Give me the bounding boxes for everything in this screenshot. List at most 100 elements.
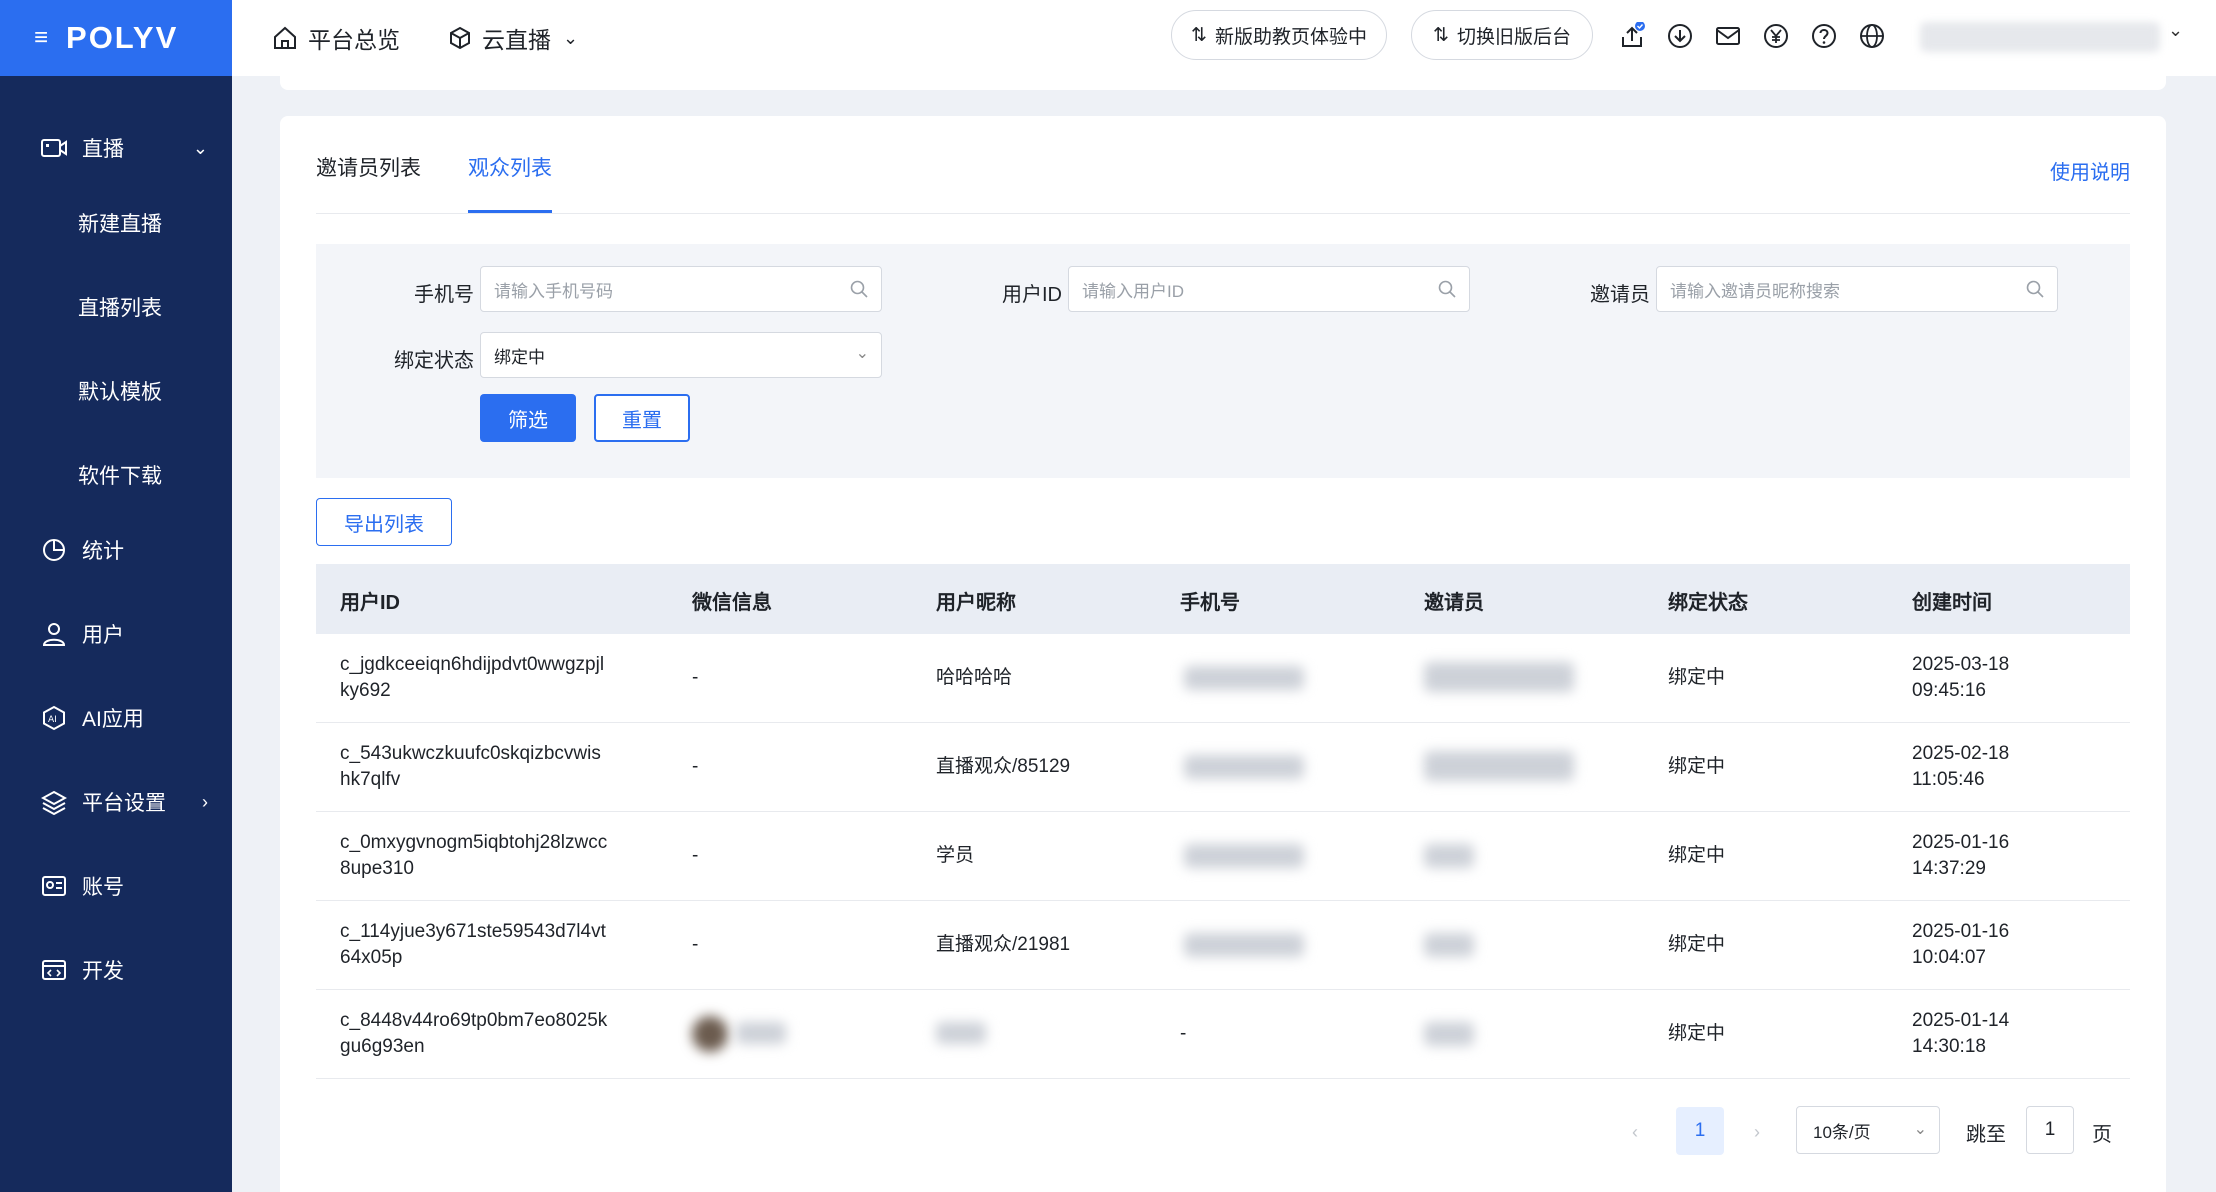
col-bind-status: 绑定状态 (1668, 592, 1748, 614)
bind-status-label: 绑定状态 (394, 350, 474, 372)
search-icon (2025, 279, 2045, 304)
sidebar-item-users[interactable]: 用户 (0, 604, 232, 664)
globe-icon[interactable] (1855, 19, 1889, 53)
hamburger-menu-icon[interactable]: ≡ (34, 24, 48, 52)
chevron-left-icon[interactable]: ‹ (1632, 1122, 1638, 1143)
help-circle-icon[interactable] (1807, 19, 1841, 53)
switch-old-backend-button[interactable]: ⇅ 切换旧版后台 (1411, 10, 1593, 60)
phone-label: 手机号 (414, 284, 474, 306)
created-time-cell: 2025-01-14 14:30:18 (1912, 1008, 2009, 1060)
chevron-right-icon: › (202, 791, 208, 812)
inviter-cell-redacted (1424, 933, 1474, 957)
phone-cell-redacted (1184, 933, 1304, 957)
bind-status-cell: 绑定中 (1668, 667, 1726, 688)
bind-status-value: 绑定中 (494, 347, 545, 367)
phone-cell: - (1180, 1023, 1187, 1044)
sidebar-item-default-template[interactable]: 默认模板 (78, 376, 162, 406)
inviter-cell-redacted (1424, 844, 1474, 868)
tab-audience-list[interactable]: 观众列表 (468, 152, 552, 182)
phone-search-input[interactable]: 请输入手机号码 (480, 266, 882, 312)
switch-arrows-icon: ⇅ (1433, 24, 1449, 46)
user-id-line2: 8upe310 (340, 858, 414, 879)
mail-icon[interactable] (1711, 19, 1745, 53)
inviter-search-input[interactable]: 请输入邀请员昵称搜索 (1656, 266, 2058, 312)
nickname-cell-redacted (936, 1022, 986, 1044)
chevron-down-icon: ⌄ (192, 137, 208, 158)
sidebar-item-live[interactable]: 直播 ⌄ (0, 118, 232, 178)
user-id-line1: c_0mxygvnogm5iqbtohj28lzwcc (340, 832, 608, 853)
new-assistant-label: 新版助教页体验中 (1214, 26, 1367, 48)
user-icon (40, 620, 68, 648)
jump-page-input[interactable]: 1 (2026, 1106, 2074, 1154)
page-size-select[interactable]: 10条/页 ⌄ (1796, 1106, 1940, 1154)
user-id-cell[interactable]: c_0mxygvnogm5iqbtohj28lzwcc 8upe310 (340, 830, 607, 882)
table-row: c_114yjue3y671ste59543d7l4vt 64x05p - 直播观… (316, 901, 2130, 990)
col-inviter: 邀请员 (1424, 592, 1484, 614)
brand-bar: ≡ POLYV (0, 0, 232, 76)
inviter-cell-redacted (1424, 662, 1574, 692)
bind-status-cell: 绑定中 (1668, 756, 1726, 777)
wechat-cell: - (692, 934, 699, 955)
sidebar-item-stats[interactable]: 统计 (0, 520, 232, 580)
phone-cell-redacted (1184, 755, 1304, 779)
chevron-down-icon: ⌄ (1913, 1121, 1927, 1138)
user-id-line1: c_8448v44ro69tp0bm7eo8025k (340, 1010, 608, 1031)
chevron-down-icon[interactable]: ⌄ (2168, 20, 2183, 41)
chevron-down-icon: ⌄ (563, 27, 579, 48)
sidebar-item-software-download[interactable]: 软件下载 (78, 460, 162, 490)
sidebar-item-ai[interactable]: AI AI应用 (0, 688, 232, 748)
nav-cloud-live-label: 云直播 (482, 27, 551, 53)
tab-inviter-list[interactable]: 邀请员列表 (316, 152, 421, 182)
bind-status-cell: 绑定中 (1668, 845, 1726, 866)
bind-status-select[interactable]: 绑定中 ⌄ (480, 332, 882, 378)
wechat-name-redacted (736, 1022, 786, 1044)
chart-pie-icon (40, 536, 68, 564)
sidebar-item-label: AI应用 (82, 708, 144, 731)
sidebar-item-platform-settings[interactable]: 平台设置 › (0, 772, 232, 832)
chevron-right-icon[interactable]: › (1754, 1122, 1760, 1143)
user-id-cell[interactable]: c_8448v44ro69tp0bm7eo8025k gu6g93en (340, 1008, 607, 1060)
reset-button[interactable]: 重置 (594, 394, 690, 442)
account-name-blurred[interactable] (1920, 22, 2160, 52)
code-icon (40, 956, 68, 984)
nav-platform-overview[interactable]: 平台总览 (272, 0, 400, 76)
created-date: 2025-02-18 (1912, 743, 2010, 764)
phone-placeholder: 请输入手机号码 (494, 281, 613, 301)
polyv-logo[interactable]: POLYV (66, 20, 178, 56)
sidebar-item-new-live[interactable]: 新建直播 (78, 208, 162, 238)
col-user-id: 用户ID (340, 592, 400, 614)
col-created-time: 创建时间 (1912, 592, 1992, 614)
table-row: c_543ukwczkuufc0skqizbcvwis hk7qlfv - 直播观… (316, 723, 2130, 812)
top-header: 平台总览 云直播 ⌄ ⇅ 新版助教页体验中 ⇅ 切换旧版后台 (232, 0, 2216, 76)
bind-status-cell: 绑定中 (1668, 934, 1726, 955)
sidebar-item-dev[interactable]: 开发 (0, 940, 232, 1000)
filter-button[interactable]: 筛选 (480, 394, 576, 442)
audience-table: 用户ID 微信信息 用户昵称 手机号 邀请员 绑定状态 创建时间 c_jgdkc… (316, 564, 2130, 1079)
user-id-cell[interactable]: c_jgdkceeiqn6hdijpdvt0wwgzpjl ky692 (340, 652, 604, 704)
nickname-cell: 学员 (936, 845, 975, 866)
page-button-current[interactable]: 1 (1676, 1107, 1724, 1155)
created-time-cell: 2025-01-16 10:04:07 (1912, 919, 2009, 971)
download-icon[interactable] (1663, 19, 1697, 53)
userid-placeholder: 请输入用户ID (1082, 281, 1184, 301)
inviter-cell-redacted (1424, 751, 1574, 781)
usage-guide-link[interactable]: 使用说明 (2050, 156, 2130, 185)
userid-search-input[interactable]: 请输入用户ID (1068, 266, 1470, 312)
wechat-avatar-redacted (692, 1016, 728, 1052)
sidebar-item-account[interactable]: 账号 (0, 856, 232, 916)
created-date: 2025-01-16 (1912, 921, 2010, 942)
created-date: 2025-03-18 (1912, 654, 2010, 675)
sidebar-item-label: 用户 (82, 624, 124, 647)
inviter-cell-redacted (1424, 1022, 1474, 1046)
yuan-icon[interactable] (1759, 19, 1793, 53)
export-list-button[interactable]: 导出列表 (316, 498, 452, 546)
previous-card-edge (280, 76, 2166, 90)
nav-cloud-live[interactable]: 云直播 ⌄ (448, 0, 578, 76)
svg-text:AI: AI (48, 715, 57, 725)
user-id-cell[interactable]: c_543ukwczkuufc0skqizbcvwis hk7qlfv (340, 741, 601, 793)
new-assistant-button[interactable]: ⇅ 新版助教页体验中 (1171, 10, 1387, 60)
sidebar-item-live-list[interactable]: 直播列表 (78, 292, 162, 322)
user-id-cell[interactable]: c_114yjue3y671ste59543d7l4vt 64x05p (340, 919, 606, 971)
upload-icon[interactable] (1615, 19, 1649, 53)
page-suffix-label: 页 (2092, 1124, 2112, 1146)
